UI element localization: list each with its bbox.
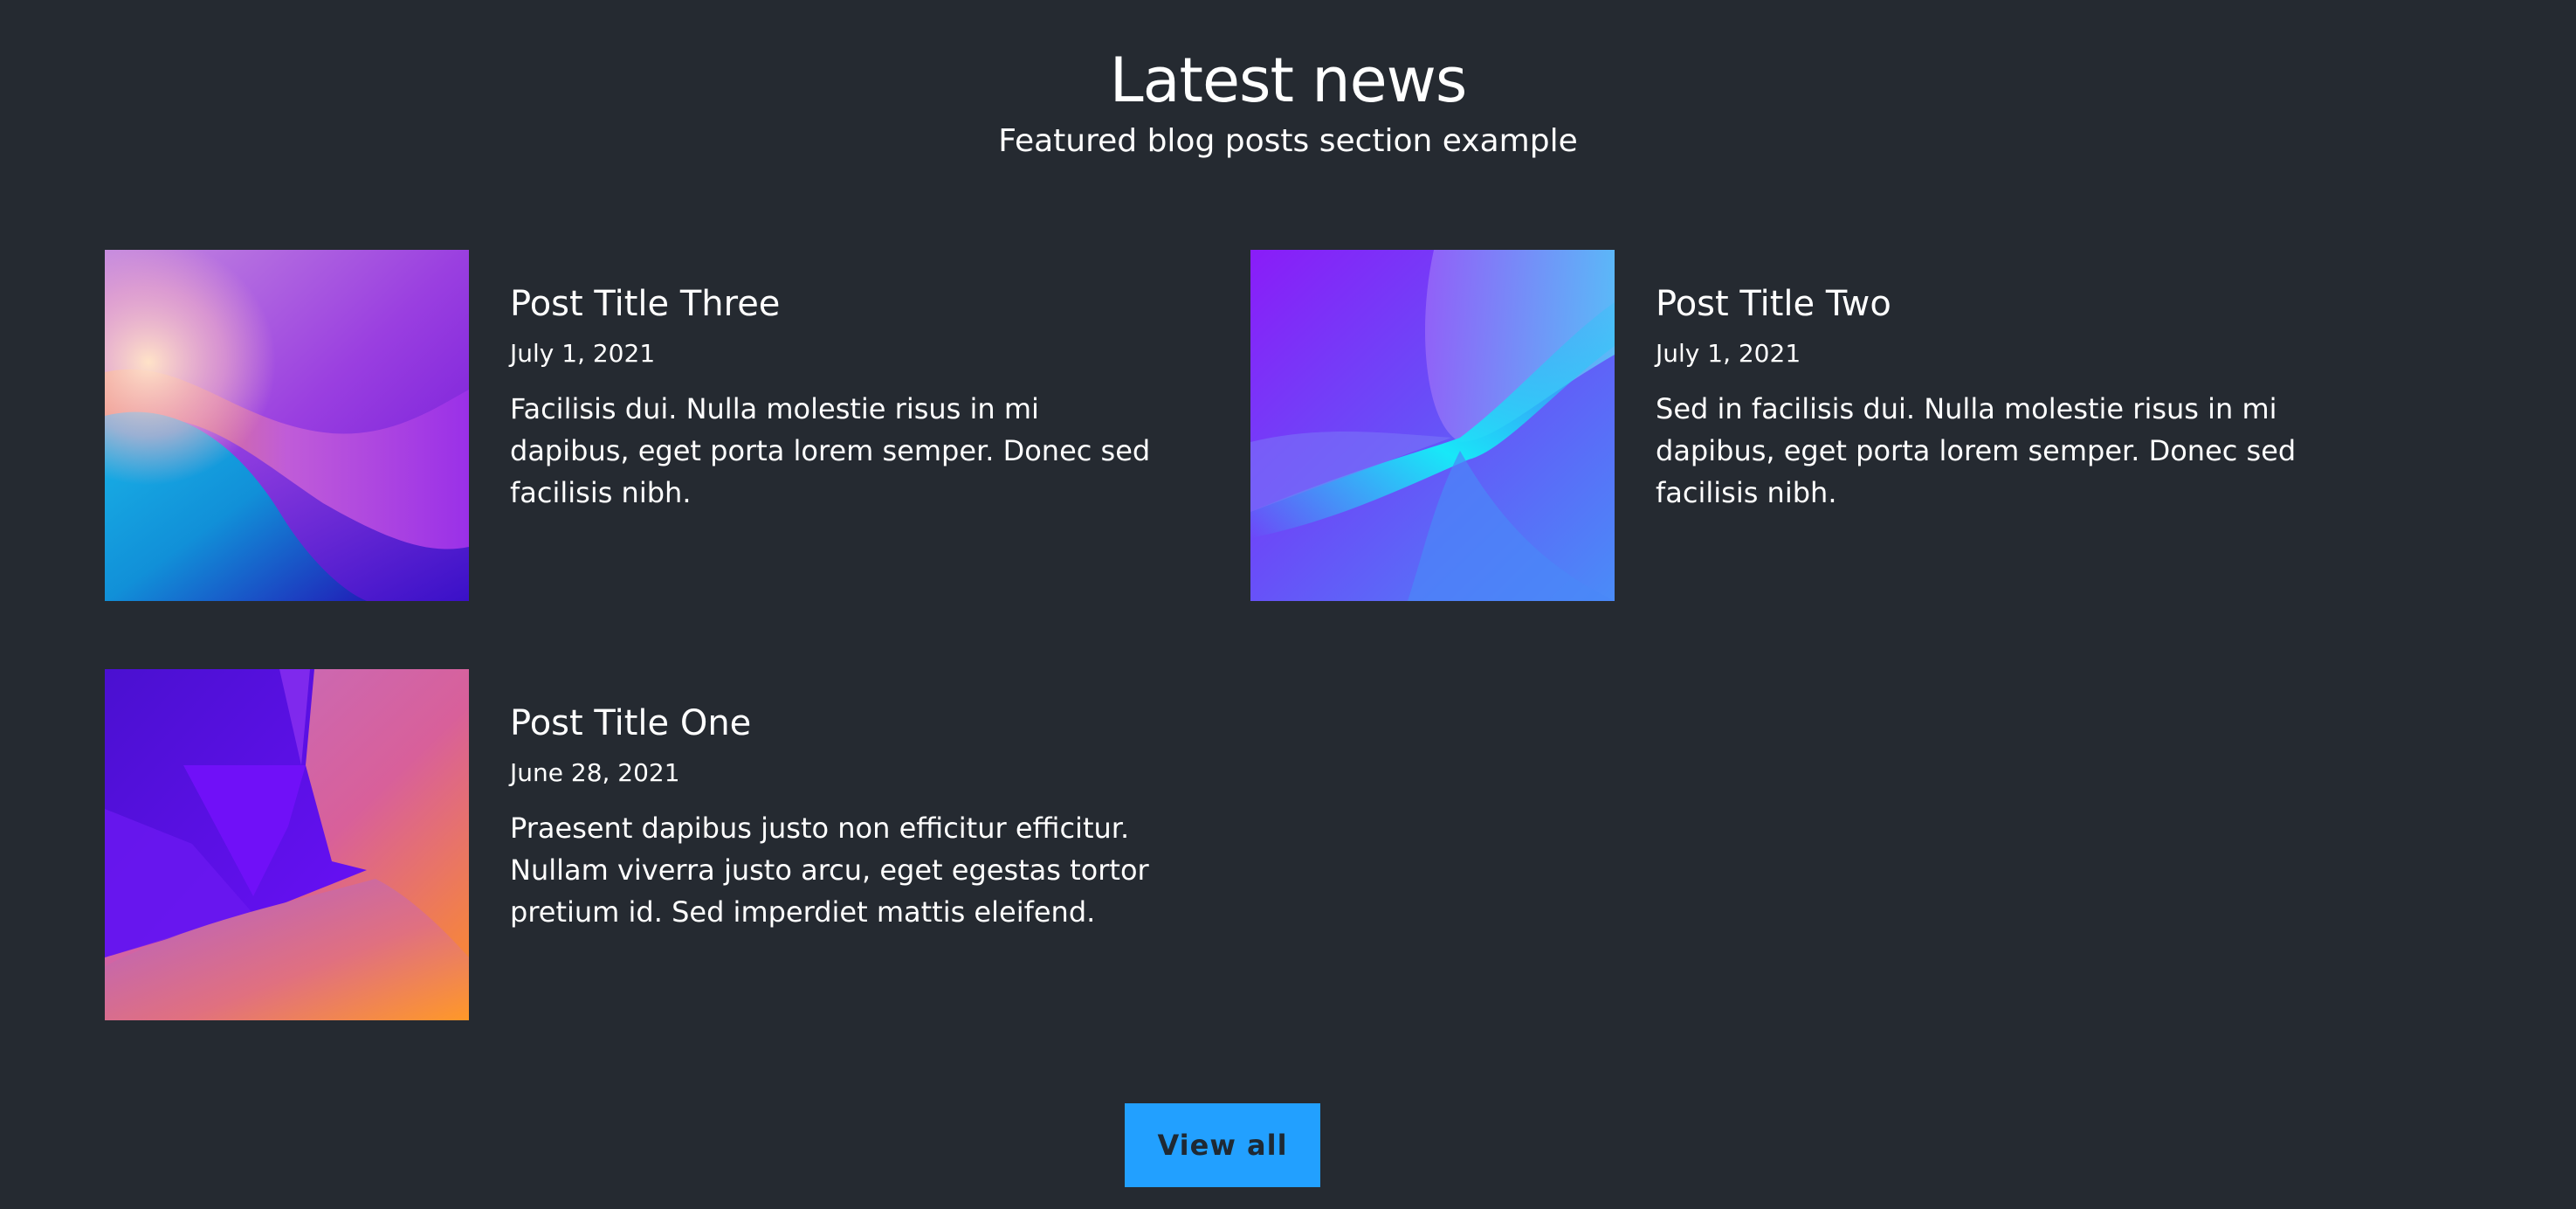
post-image[interactable] xyxy=(105,250,469,601)
section-subtitle: Featured blog posts section example xyxy=(998,123,1578,159)
post-date: July 1, 2021 xyxy=(1656,339,1801,368)
post-date: July 1, 2021 xyxy=(510,339,656,368)
post-date: June 28, 2021 xyxy=(510,758,680,787)
post-excerpt: Praesent dapibus justo non efficitur eff… xyxy=(510,812,1149,929)
section-title: Latest news xyxy=(1109,45,1468,116)
post-image[interactable] xyxy=(105,669,469,1020)
blog-post-card: Post Title Three July 1, 2021 Facilisis … xyxy=(105,250,1205,601)
blog-post-card: Post Title One June 28, 2021 Praesent da… xyxy=(105,669,1205,1020)
post-image[interactable] xyxy=(1250,250,1615,601)
post-title[interactable]: Post Title One xyxy=(510,695,751,751)
post-title[interactable]: Post Title Two xyxy=(1656,276,1891,332)
view-all-button[interactable]: View all xyxy=(1125,1103,1320,1187)
post-excerpt: Sed in facilisis dui. Nulla molestie ris… xyxy=(1656,392,2297,509)
blog-post-card: Post Title Two July 1, 2021 Sed in facil… xyxy=(1250,250,2351,601)
post-title[interactable]: Post Title Three xyxy=(510,276,780,332)
post-excerpt: Facilisis dui. Nulla molestie risus in m… xyxy=(510,392,1151,509)
